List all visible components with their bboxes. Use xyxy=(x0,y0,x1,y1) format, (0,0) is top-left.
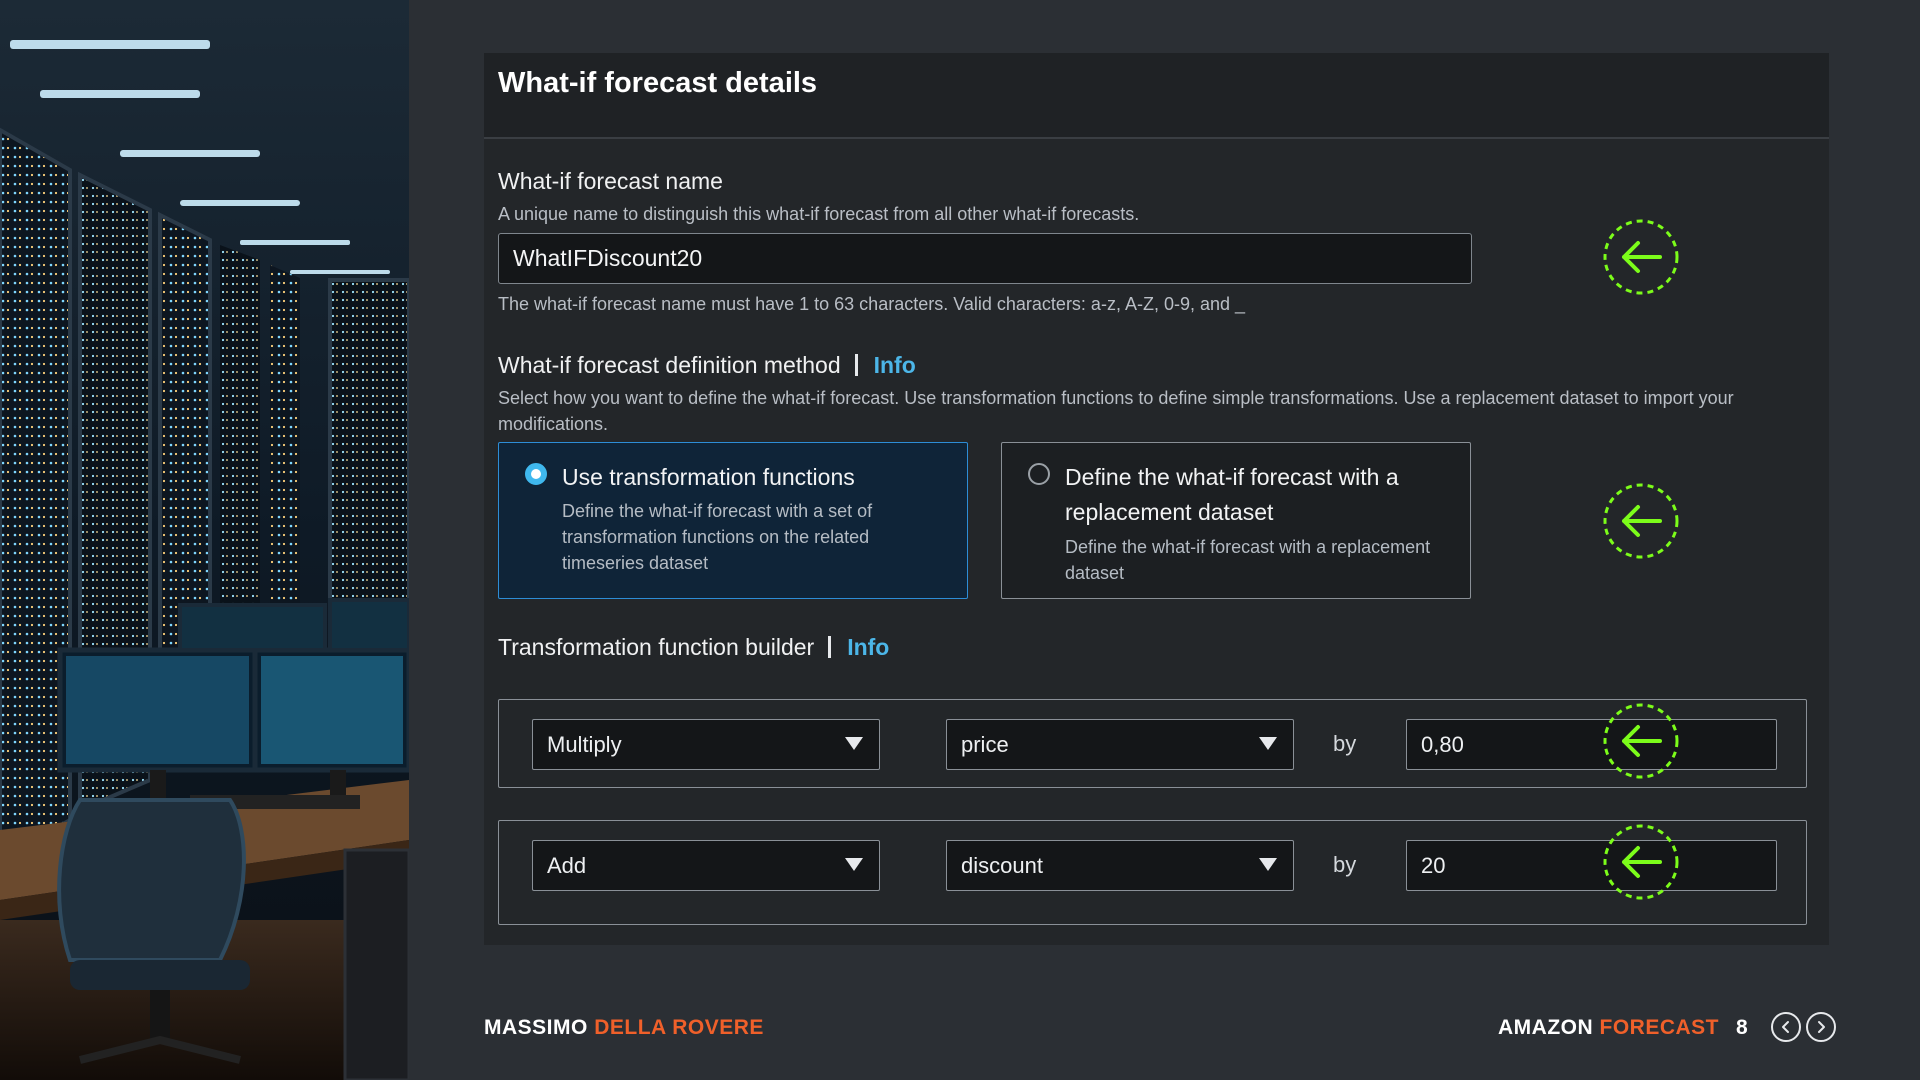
dashed-circle-left-arrow-icon xyxy=(1603,483,1679,559)
operation-select[interactable]: Multiply xyxy=(532,719,880,770)
chevron-left-circle-icon[interactable] xyxy=(1771,1012,1801,1042)
by-label: by xyxy=(1333,852,1357,877)
value-text: 20 xyxy=(1421,852,1446,878)
forecast-name-value: WhatIFDiscount20 xyxy=(513,245,703,271)
brand-first: AMAZON xyxy=(1498,1016,1594,1039)
chevron-right-circle-icon[interactable] xyxy=(1806,1012,1836,1042)
option-title: Define the what-if forecast with a repla… xyxy=(1065,464,1399,525)
forecast-name-constraint: The what-if forecast name must have 1 to… xyxy=(498,294,1246,314)
footer-author: MASSIMO DELLA ROVERE xyxy=(484,1016,764,1040)
label-separator xyxy=(854,354,858,376)
option-transformation-functions[interactable]: Use transformation functions Define the … xyxy=(498,442,968,599)
builder-label: Transformation function builder Info xyxy=(498,634,889,661)
operation-select[interactable]: Add xyxy=(532,840,880,891)
builder-info-link[interactable]: Info xyxy=(847,634,889,660)
brand-second: FORECAST xyxy=(1599,1016,1719,1039)
attribute-select[interactable]: price xyxy=(946,719,1294,770)
radio-unselected-icon[interactable] xyxy=(1028,463,1050,485)
radio-selected-icon[interactable] xyxy=(525,463,547,485)
option-description: Define the what-if forecast with a repla… xyxy=(1065,537,1431,583)
definition-method-label-text: What-if forecast definition method xyxy=(498,352,841,378)
dashed-circle-left-arrow-icon xyxy=(1603,219,1679,295)
value-input[interactable]: 0,80 xyxy=(1406,719,1777,770)
definition-method-info-link[interactable]: Info xyxy=(874,352,916,378)
forecast-name-description: A unique name to distinguish this what-i… xyxy=(498,204,1140,224)
forecast-name-input[interactable]: WhatIFDiscount20 xyxy=(498,233,1472,284)
option-description: Define the what-if forecast with a set o… xyxy=(562,501,873,573)
server-room-photo xyxy=(0,0,409,1080)
panel-header: What-if forecast details xyxy=(484,53,1829,139)
by-label: by xyxy=(1333,731,1357,756)
footer-brand: AMAZON FORECAST xyxy=(1498,1016,1719,1040)
value-text: 0,80 xyxy=(1421,731,1464,757)
builder-label-text: Transformation function builder xyxy=(498,634,815,660)
dashed-circle-left-arrow-icon xyxy=(1603,824,1679,900)
caret-down-icon xyxy=(845,858,863,871)
value-input[interactable]: 20 xyxy=(1406,840,1777,891)
definition-method-label: What-if forecast definition method Info xyxy=(498,352,916,379)
attribute-select[interactable]: discount xyxy=(946,840,1294,891)
option-replacement-dataset[interactable]: Define the what-if forecast with a repla… xyxy=(1001,442,1471,599)
option-title: Use transformation functions xyxy=(562,464,855,490)
definition-method-description: Select how you want to define the what-i… xyxy=(498,388,1734,434)
page-number: 8 xyxy=(1736,1016,1748,1039)
caret-down-icon xyxy=(1259,858,1277,871)
operation-value: Add xyxy=(547,852,587,878)
caret-down-icon xyxy=(845,737,863,750)
attribute-value: price xyxy=(961,731,1009,757)
author-first-name: MASSIMO xyxy=(484,1016,588,1039)
author-last-name: DELLA ROVERE xyxy=(594,1016,764,1039)
dashed-circle-left-arrow-icon xyxy=(1603,703,1679,779)
caret-down-icon xyxy=(1259,737,1277,750)
label-separator xyxy=(828,636,832,658)
attribute-value: discount xyxy=(961,852,1043,878)
forecast-name-label: What-if forecast name xyxy=(498,168,723,194)
operation-value: Multiply xyxy=(547,731,622,757)
panel-title: What-if forecast details xyxy=(498,67,818,99)
